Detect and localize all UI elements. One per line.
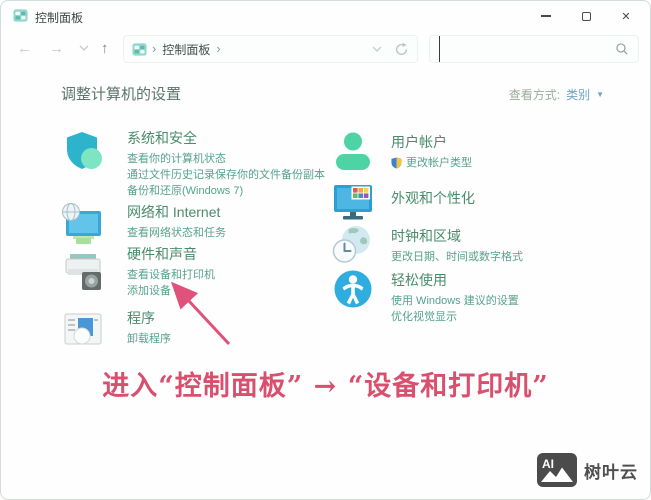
watermark-logo-text: AI: [542, 457, 554, 471]
up-button[interactable]: ↑: [101, 40, 109, 58]
forward-button[interactable]: →: [49, 40, 64, 58]
watermark-brand: 树叶云: [584, 462, 638, 482]
view-by-control[interactable]: 查看方式: 类别 ▼: [509, 86, 604, 103]
category-network-internet: 网络和 Internet 查看网络状态和任务: [61, 203, 357, 247]
watermark: AI 树叶云: [537, 453, 638, 487]
category-link[interactable]: 优化视觉显示: [391, 309, 621, 325]
user-icon[interactable]: [331, 129, 375, 173]
history-chevron-icon[interactable]: [79, 45, 89, 52]
refresh-icon[interactable]: [394, 42, 409, 57]
printer-icon[interactable]: [61, 249, 105, 293]
category-programs: 程序 卸载程序: [61, 309, 357, 351]
network-icon[interactable]: [61, 203, 105, 247]
category-link[interactable]: 备份和还原(Windows 7): [127, 183, 357, 199]
page-title: 调整计算机的设置: [61, 86, 182, 103]
category-title[interactable]: 时钟和区域: [391, 227, 621, 245]
category-link[interactable]: 添加设备: [127, 283, 357, 299]
personalization-icon[interactable]: [331, 179, 375, 223]
category-user-accounts: 用户帐户 更改帐户类型: [331, 132, 621, 173]
programs-icon[interactable]: [61, 307, 105, 351]
watermark-logo-icon: AI: [537, 453, 577, 487]
breadcrumb-chevron-icon[interactable]: ›: [216, 41, 220, 56]
category-link-devices-printers[interactable]: 查看设备和打印机: [127, 267, 357, 283]
category-clock-region: 时钟和区域 更改日期、时间或数字格式: [331, 226, 621, 267]
category-link[interactable]: 通过文件历史记录保存你的文件备份副本: [127, 167, 357, 183]
category-link-change-account-type[interactable]: 更改帐户类型: [391, 155, 621, 171]
category-link[interactable]: 查看网络状态和任务: [127, 225, 357, 241]
ease-of-access-icon[interactable]: [331, 267, 375, 311]
window-title: 控制面板: [35, 11, 84, 25]
control-panel-icon: [13, 9, 28, 22]
titlebar: 控制面板 ✕: [1, 1, 650, 31]
category-system-security: 系统和安全 查看你的计算机状态 通过文件历史记录保存你的文件备份副本 备份和还原…: [61, 129, 357, 199]
category-link[interactable]: 查看你的计算机状态: [127, 151, 357, 167]
view-by-label: 查看方式:: [508, 88, 561, 102]
search-icon: [616, 43, 628, 55]
minimize-button[interactable]: [526, 1, 566, 31]
search-input[interactable]: [439, 36, 615, 62]
view-by-caret-icon[interactable]: ▼: [596, 90, 604, 99]
category-title[interactable]: 用户帐户: [391, 133, 621, 151]
shield-icon[interactable]: [61, 129, 105, 173]
maximize-icon: [581, 11, 591, 21]
category-title[interactable]: 轻松使用: [391, 271, 621, 289]
category-hardware-sound: 硬件和声音 查看设备和打印机 添加设备: [61, 245, 357, 299]
category-link-label: 更改帐户类型: [406, 157, 472, 169]
close-button[interactable]: ✕: [606, 1, 646, 31]
category-title[interactable]: 外观和个性化: [391, 189, 621, 207]
maximize-button[interactable]: [566, 1, 606, 31]
search-box[interactable]: [429, 35, 639, 63]
view-by-value[interactable]: 类别: [566, 86, 590, 103]
uac-shield-icon: [391, 157, 402, 169]
control-panel-icon: [132, 42, 147, 56]
category-title[interactable]: 系统和安全: [127, 129, 357, 147]
close-icon: ✕: [621, 10, 631, 23]
toolbar: ← → ↑ › 控制面板 ›: [1, 31, 650, 67]
clock-icon[interactable]: [331, 223, 375, 267]
address-dropdown-icon[interactable]: [372, 46, 382, 53]
back-button[interactable]: ←: [17, 40, 32, 58]
category-appearance-personalization: 外观和个性化: [331, 179, 621, 223]
category-title[interactable]: 程序: [127, 309, 357, 327]
breadcrumb-item[interactable]: 控制面板: [162, 41, 210, 58]
category-link[interactable]: 卸载程序: [127, 331, 357, 347]
minimize-icon: [541, 15, 551, 17]
breadcrumb-chevron-icon: ›: [152, 40, 157, 56]
address-bar[interactable]: › 控制面板 ›: [123, 35, 418, 63]
category-title[interactable]: 网络和 Internet: [127, 203, 357, 221]
control-panel-window: 控制面板 ✕ ← → ↑ › 控制面板 › 调整计算机的设置 查看方式: 类别 …: [0, 0, 651, 500]
category-link[interactable]: 使用 Windows 建议的设置: [391, 293, 621, 309]
annotation-text: 进入“控制面板” → “设备和打印机”: [102, 371, 549, 402]
category-title[interactable]: 硬件和声音: [127, 245, 357, 263]
category-link[interactable]: 更改日期、时间或数字格式: [391, 249, 621, 265]
category-ease-of-access: 轻松使用 使用 Windows 建议的设置 优化视觉显示: [331, 270, 621, 325]
